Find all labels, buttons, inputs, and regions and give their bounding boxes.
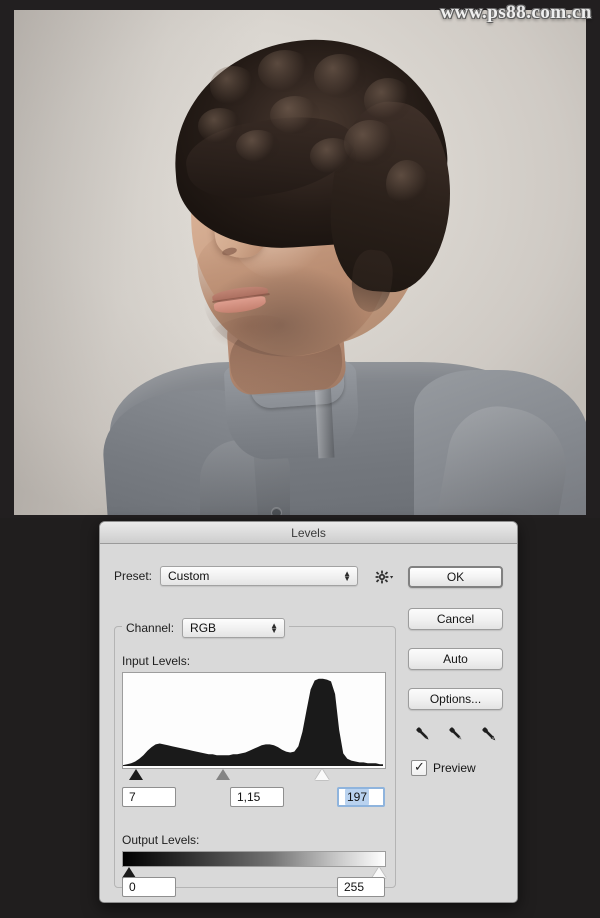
input-gamma-field[interactable]: 1,15 <box>230 787 284 807</box>
channel-dropdown[interactable]: RGB ▲ ▼ <box>182 618 286 638</box>
preset-row: Preset: Custom ▲ ▼ <box>114 566 359 586</box>
photo-canvas-area: www.ps88.com.cn <box>0 0 600 518</box>
hair-curl <box>210 66 256 106</box>
dialog-body: Preset: Custom ▲ ▼ Channel: RGB ▲ ▼ Inpu… <box>100 544 517 902</box>
options-button-label: Options... <box>429 692 482 706</box>
shirt-button <box>272 508 281 515</box>
dialog-title: Levels <box>291 525 326 540</box>
preset-value: Custom <box>168 569 210 583</box>
input-black-value: 7 <box>129 790 136 804</box>
watermark-text: www.ps88.com.cn <box>440 2 592 23</box>
output-white-field[interactable]: 255 <box>337 877 385 897</box>
portrait-subject <box>14 10 586 515</box>
hair-curl <box>270 96 320 134</box>
output-levels-label: Output Levels: <box>122 833 200 847</box>
preset-dropdown[interactable]: Custom ▲ ▼ <box>160 566 359 586</box>
hair-curl <box>364 78 412 122</box>
preview-checkbox[interactable]: ✓ <box>411 759 427 776</box>
channel-row: Channel: RGB ▲ ▼ <box>122 618 290 638</box>
photo-image <box>14 10 586 515</box>
input-white-field[interactable]: 197 <box>337 787 385 807</box>
gray-point-eyedropper-icon[interactable] <box>446 725 465 744</box>
input-gamma-value: 1,15 <box>237 790 261 804</box>
chevron-updown-icon: ▲ ▼ <box>270 621 279 635</box>
channel-value: RGB <box>190 621 217 635</box>
ok-button-label: OK <box>446 570 465 584</box>
levels-dialog: Levels Preset: Custom ▲ ▼ Channel: RGB ▲… <box>99 521 518 903</box>
input-levels-label: Input Levels: <box>122 654 191 668</box>
output-gradient-bar <box>122 851 386 867</box>
input-white-point-slider[interactable] <box>315 769 330 780</box>
hair-curl <box>236 130 280 162</box>
histogram-plot <box>123 678 383 766</box>
hair-curl <box>198 108 242 144</box>
cancel-button[interactable]: Cancel <box>408 608 503 630</box>
options-button[interactable]: Options... <box>408 688 503 710</box>
auto-button-label: Auto <box>443 652 468 666</box>
hair-curl <box>314 54 366 98</box>
output-black-field[interactable]: 0 <box>122 877 176 897</box>
input-black-point-slider[interactable] <box>128 769 143 780</box>
gear-icon[interactable] <box>374 569 394 585</box>
input-slider-track <box>122 768 386 782</box>
chevron-updown-icon: ▲ ▼ <box>343 569 352 583</box>
channel-label: Channel: <box>126 621 175 635</box>
input-white-value: 197 <box>345 789 370 805</box>
dialog-title-bar[interactable]: Levels <box>100 522 517 544</box>
input-gamma-slider[interactable] <box>215 769 230 780</box>
histogram <box>122 672 386 769</box>
hair-curl <box>258 50 312 92</box>
checkmark-icon: ✓ <box>414 759 425 774</box>
preview-row[interactable]: ✓ Preview <box>411 759 476 776</box>
eyedropper-group <box>413 722 503 746</box>
input-black-field[interactable]: 7 <box>122 787 176 807</box>
hair-curl <box>310 138 356 174</box>
white-point-eyedropper-icon[interactable] <box>479 725 498 744</box>
preset-label: Preset: <box>114 569 153 583</box>
preview-label: Preview <box>433 761 476 775</box>
cancel-button-label: Cancel <box>436 612 475 626</box>
output-black-value: 0 <box>129 880 136 894</box>
hair-curl <box>386 160 428 208</box>
black-point-eyedropper-icon[interactable] <box>413 725 432 744</box>
ok-button[interactable]: OK <box>408 566 503 588</box>
auto-button[interactable]: Auto <box>408 648 503 670</box>
output-white-value: 255 <box>344 880 365 894</box>
